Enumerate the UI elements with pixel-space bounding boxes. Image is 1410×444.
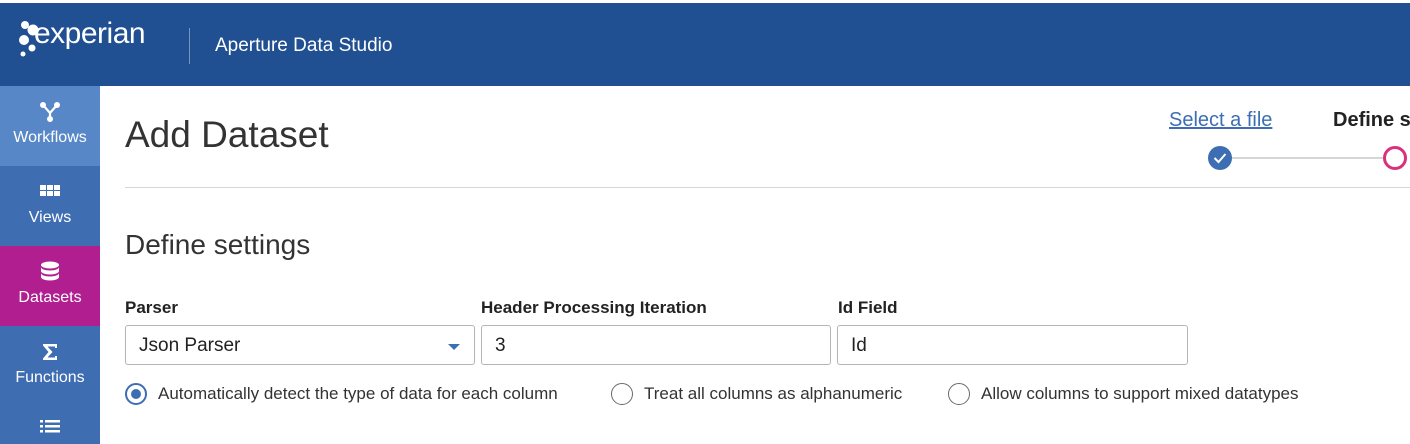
- id-field-label: Id Field: [838, 298, 898, 317]
- app-header: experian Aperture Data Studio: [0, 3, 1410, 86]
- radio-button[interactable]: [948, 383, 970, 405]
- page-title: Add Dataset: [125, 114, 329, 155]
- title-divider: [125, 187, 1410, 188]
- header-iteration-label: Header Processing Iteration: [481, 298, 707, 317]
- chevron-down-icon: [448, 344, 460, 350]
- database-icon: [41, 261, 59, 281]
- radio-label: Treat all columns as alphanumeric: [644, 384, 903, 403]
- sidebar: Workflows Views Datasets Functions: [0, 86, 100, 444]
- sidebar-item-label: Datasets: [18, 289, 82, 306]
- sidebar-item-label: Functions: [15, 369, 85, 386]
- step-select-file-link[interactable]: Select a file: [1169, 109, 1272, 132]
- sidebar-item-label: Workflows: [13, 129, 87, 146]
- step-complete-check-icon: [1208, 146, 1232, 170]
- parser-label: Parser: [125, 298, 178, 317]
- sidebar-item-more[interactable]: [0, 406, 100, 444]
- sidebar-item-workflows[interactable]: Workflows: [0, 86, 100, 166]
- radio-label: Automatically detect the type of data fo…: [158, 384, 558, 403]
- sidebar-item-views[interactable]: Views: [0, 166, 100, 246]
- radio-button[interactable]: [125, 383, 147, 405]
- sidebar-item-functions[interactable]: Functions: [0, 326, 100, 406]
- radio-button[interactable]: [611, 383, 633, 405]
- parser-select[interactable]: Json Parser: [125, 325, 475, 365]
- brand-wordmark: experian: [34, 17, 146, 50]
- section-title: Define settings: [125, 229, 311, 260]
- step-define-settings-label: Define se: [1333, 109, 1410, 131]
- header-iteration-input[interactable]: 3: [481, 325, 831, 365]
- sigma-icon: [43, 344, 57, 360]
- workflow-icon: [40, 102, 60, 122]
- step-current-indicator-icon: [1383, 146, 1407, 170]
- list-icon: [40, 420, 60, 433]
- progress-stepper: [1208, 146, 1407, 170]
- header-divider: [189, 28, 190, 64]
- id-field-input[interactable]: Id: [837, 325, 1188, 365]
- parser-select-value: Json Parser: [139, 335, 241, 356]
- app-title: Aperture Data Studio: [215, 35, 393, 56]
- radio-label: Allow columns to support mixed datatypes: [981, 384, 1299, 403]
- sidebar-item-datasets[interactable]: Datasets: [0, 246, 100, 326]
- sidebar-item-label: Views: [28, 209, 72, 226]
- grid-icon: [40, 185, 60, 196]
